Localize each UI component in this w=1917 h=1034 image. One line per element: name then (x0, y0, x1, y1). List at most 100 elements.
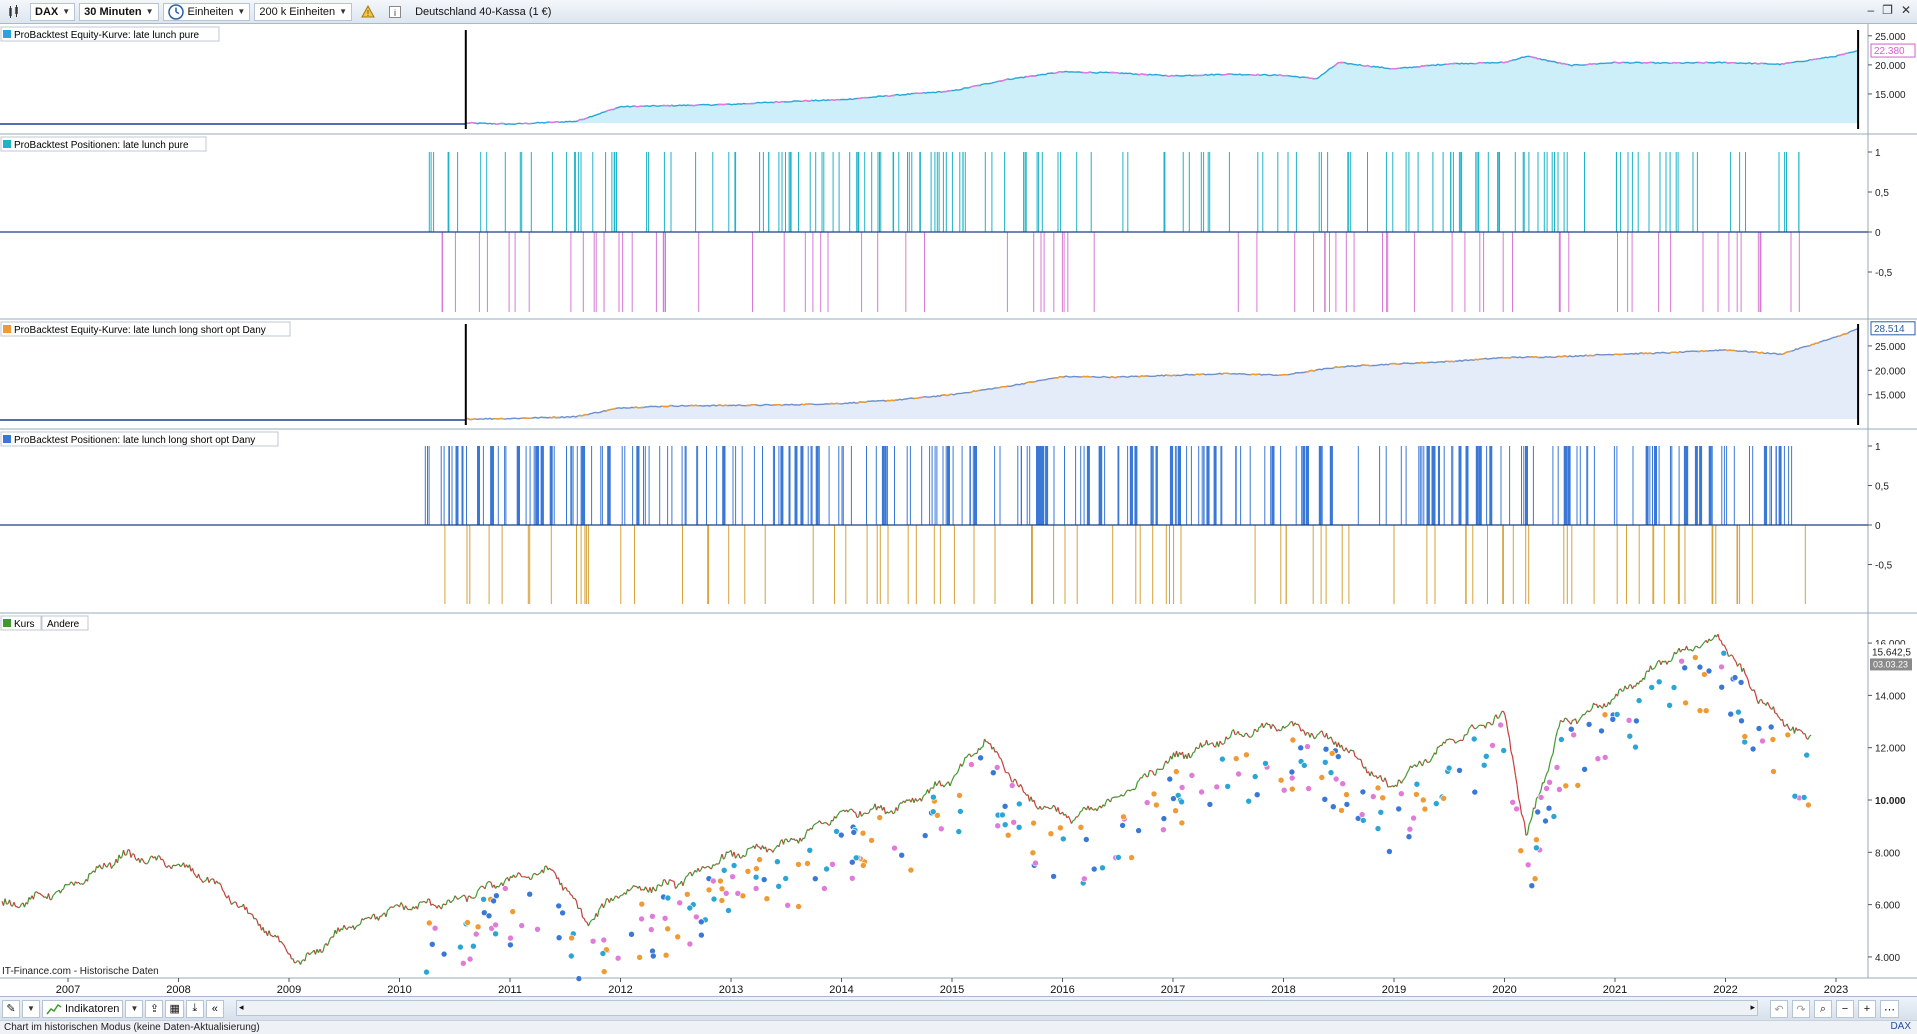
trade-marker (1413, 791, 1420, 798)
price-segment (1612, 697, 1615, 700)
trade-marker (1440, 794, 1447, 802)
trade-marker (1678, 657, 1685, 665)
trade-marker (1359, 788, 1367, 796)
trade-marker (1609, 715, 1617, 723)
units-count-select[interactable]: 200 k Einheiten ▼ (254, 2, 353, 21)
redo-icon[interactable]: ↷ (1792, 1000, 1810, 1018)
equity-line-segment (1277, 373, 1288, 376)
drawing-tools-icon[interactable]: ✎ (2, 999, 20, 1018)
minimize-icon[interactable]: – (1867, 3, 1874, 17)
y-tick-label: 10.000 (1875, 796, 1906, 807)
indicators-dropdown[interactable]: ▼ (125, 999, 144, 1018)
price-segment (769, 848, 772, 851)
restore-icon[interactable]: ❐ (1882, 3, 1893, 17)
scale-settings-icon[interactable]: ⋯ (1880, 1000, 1899, 1018)
trade-marker (1029, 849, 1037, 857)
trade-marker (1489, 742, 1496, 749)
trade-marker (823, 865, 830, 873)
trade-marker (1090, 865, 1098, 873)
equity-line-segment (689, 404, 700, 407)
price-segment (1023, 791, 1026, 794)
trade-marker (1682, 699, 1689, 707)
zoom-out-icon[interactable]: − (1836, 1000, 1854, 1018)
price-segment (1800, 729, 1803, 732)
chart-area[interactable]: 25.000 20.000 15.000 22.380 25.000 20.000 15.0… (0, 24, 1917, 996)
indicators-button[interactable]: Indikatoren (42, 999, 124, 1018)
trade-marker (559, 909, 566, 917)
trade-marker (1655, 678, 1663, 686)
positions1-title-box[interactable]: ProBacktest Positionen: late lunch pure (0, 136, 207, 152)
trade-marker (1178, 819, 1186, 827)
trade-marker (1509, 798, 1516, 806)
price-segment (132, 853, 135, 855)
trade-marker (1318, 774, 1326, 781)
indicator-chart-icon (46, 1003, 62, 1014)
trade-marker (734, 890, 742, 897)
equity-line-segment (549, 121, 561, 124)
horizontal-scrollbar[interactable]: ◂ ▸ (236, 1000, 1758, 1016)
current-price-label: 15.642,5 (1872, 647, 1911, 658)
clock-icon (167, 3, 184, 20)
trade-marker (1153, 801, 1160, 809)
positions1-panel (0, 134, 1868, 319)
x-tick-label: 2013 (719, 984, 743, 996)
price-segment (538, 872, 541, 875)
trade-marker (1692, 654, 1699, 661)
info-icon[interactable]: i (384, 3, 406, 21)
chevron-down-icon: ▼ (339, 7, 348, 16)
equity-line-segment (773, 404, 785, 407)
chart-type-icon[interactable] (2, 3, 26, 21)
equity1-title-box[interactable]: ProBacktest Equity-Kurve: late lunch pur… (0, 26, 220, 42)
trade-marker (1032, 859, 1039, 867)
trade-marker (709, 877, 717, 885)
price-segment (1560, 719, 1563, 722)
chart-layout-icon[interactable]: ▦ (165, 999, 184, 1018)
trade-marker (1289, 785, 1296, 793)
equity-line-segment (1557, 355, 1569, 358)
drawing-tools-dropdown[interactable]: ▼ (22, 999, 40, 1018)
scroll-left-fast-icon[interactable]: « (205, 999, 224, 1018)
trade-marker (907, 866, 915, 874)
instrument-select[interactable]: DAX ▼ (30, 2, 76, 21)
zoom-area-icon[interactable]: ⌕ (1814, 1000, 1832, 1018)
trade-marker (782, 875, 790, 882)
trade-marker (1173, 768, 1180, 775)
export-icon[interactable]: ⤓ (185, 999, 204, 1018)
equity2-title-box[interactable]: ProBacktest Equity-Kurve: late lunch lon… (0, 321, 291, 337)
window-controls: – ❐ ✕ (1867, 3, 1911, 17)
trade-marker (698, 931, 705, 939)
price-segment (570, 894, 573, 896)
scroll-left-icon[interactable]: ◂ (239, 1002, 244, 1013)
trade-marker (1421, 805, 1429, 813)
trade-marker (628, 930, 635, 938)
trade-marker (1120, 813, 1127, 821)
timeframe-select[interactable]: 30 Minuten ▼ (79, 2, 159, 21)
x-tick-label: 2011 (498, 984, 522, 996)
trade-marker (756, 856, 763, 863)
trade-marker (492, 921, 499, 929)
zoom-in-icon[interactable]: + (1858, 1000, 1876, 1018)
units-mode-select[interactable]: Einheiten ▼ (162, 2, 251, 21)
price-segment (534, 872, 537, 875)
share-icon[interactable]: ⇪ (145, 999, 164, 1018)
trade-marker (1410, 814, 1417, 822)
trade-marker (752, 885, 760, 892)
trade-marker (1004, 831, 1012, 839)
trade-marker (1770, 768, 1777, 775)
trade-marker (1803, 751, 1810, 759)
trade-marker (859, 829, 867, 837)
price-segment (606, 898, 609, 900)
warning-icon[interactable]: ! (356, 3, 380, 21)
positions2-title-box[interactable]: ProBacktest Positionen: late lunch long … (0, 431, 279, 447)
price-segment (40, 894, 43, 897)
scroll-right-icon[interactable]: ▸ (1750, 1002, 1755, 1013)
undo-icon[interactable]: ↶ (1770, 1000, 1788, 1018)
trade-marker (1533, 836, 1540, 844)
trade-marker (989, 769, 997, 777)
price-segment (1327, 737, 1330, 740)
price-segment (1248, 735, 1251, 738)
price-segment (1651, 668, 1654, 671)
price-segment (1083, 806, 1086, 809)
trade-marker (1160, 826, 1167, 834)
close-icon[interactable]: ✕ (1901, 3, 1911, 17)
